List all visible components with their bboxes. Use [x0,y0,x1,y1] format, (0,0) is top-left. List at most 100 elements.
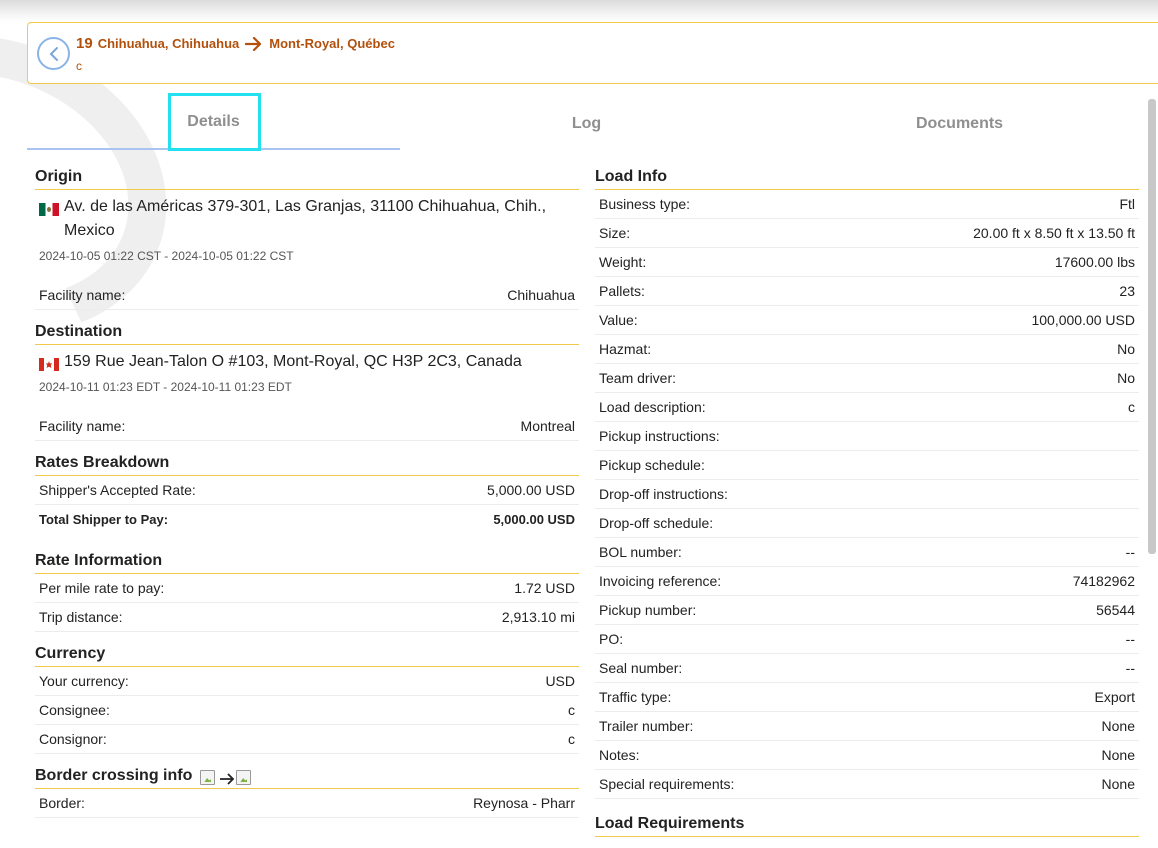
table-row: Pickup instructions: [595,422,1139,451]
row-value: 2,913.10 mi [501,609,575,625]
table-row: Your currency: USD [35,667,579,696]
row-value: 1.72 USD [514,580,575,596]
row-value: 74182962 [1072,573,1135,589]
row-value: Ftl [1119,196,1135,212]
row-label: Value: [599,312,638,328]
broken-image-icon [236,770,252,785]
origin-city: Chihuahua, Chihuahua [97,36,240,51]
destination-city: Mont-Royal, Québec [269,36,395,51]
row-value: -- [1125,631,1135,647]
top-shadow [0,0,1158,22]
origin-address: Av. de las Américas 379-301, Las Granjas… [64,198,547,239]
row-label: Business type: [599,196,691,212]
row-label: Per mile rate to pay: [39,580,165,596]
row-value: None [1101,747,1135,763]
border-crossing-label: Border crossing info [35,767,193,784]
table-row: Consignor: c [35,725,579,754]
origin-facility-row: Facility name: Chihuahua [35,281,579,310]
origin-address-block: Av. de las Américas 379-301, Las Granjas… [35,190,579,243]
row-value: 5,000.00 USD [487,482,575,498]
tab-details[interactable]: Details [27,96,400,150]
row-label: Traffic type: [599,689,672,705]
row-label: Pickup number: [599,602,697,618]
table-row: Notes: None [595,741,1139,770]
total-row: Total Shipper to Pay: 5,000.00 USD [35,505,579,534]
table-row: BOL number: -- [595,538,1139,567]
row-label: Shipper's Accepted Rate: [39,482,196,498]
row-label: Consignor: [39,731,107,747]
load-requirements-title: Load Requirements [595,807,1139,837]
row-value: Montreal [520,418,575,434]
table-row: Size: 20.00 ft x 8.50 ft x 13.50 ft [595,219,1139,248]
row-label: Invoicing reference: [599,573,722,589]
destination-dates: 2024-10-11 01:23 EDT - 2024-10-11 01:23 … [39,380,292,394]
scrollbar-thumb[interactable] [1148,99,1156,554]
row-label: Pickup instructions: [599,428,720,444]
header-subline: c [76,59,82,73]
row-label: Notes: [599,747,640,763]
row-label: Facility name: [39,418,126,434]
row-label: Size: [599,225,631,241]
row-label: Load description: [599,399,706,415]
origin-title: Origin [35,160,579,190]
arrow-right-icon [220,773,235,785]
table-row: Special requirements: None [595,770,1139,799]
rates-breakdown-title: Rates Breakdown [35,446,579,476]
row-value: Reynosa - Pharr [473,795,575,811]
row-value: None [1101,718,1135,734]
row-value: None [1101,776,1135,792]
load-number: 19 [76,35,93,52]
table-row: Trailer number: None [595,712,1139,741]
row-value: 17600.00 lbs [1054,254,1135,270]
table-row: Per mile rate to pay: 1.72 USD [35,574,579,603]
table-row: Shipper's Accepted Rate: 5,000.00 USD [35,476,579,505]
mexico-flag-icon [39,203,59,216]
row-value: No [1117,370,1135,386]
row-value: c [1128,399,1135,415]
load-details-page: 19 Chihuahua, Chihuahua Mont-Royal, Québ… [0,0,1158,848]
table-row: Value: 100,000.00 USD [595,306,1139,335]
tab-documents[interactable]: Documents [773,96,1146,152]
row-label: Consignee: [39,702,110,718]
load-info-list: Business type: Ftl Size: 20.00 ft x 8.50 ft… [595,190,1139,799]
row-value: 5,000.00 USD [493,512,575,527]
rate-information-title: Rate Information [35,544,579,574]
row-label: Total Shipper to Pay: [39,512,169,527]
table-row: Pickup number: 56544 [595,596,1139,625]
row-value: Chihuahua [507,287,575,303]
arrow-right-icon [245,36,263,51]
origin-dates: 2024-10-05 01:22 CST - 2024-10-05 01:22 … [39,249,294,263]
row-value: 100,000.00 USD [1031,312,1135,328]
row-label: Weight: [599,254,647,270]
row-label: Your currency: [39,673,129,689]
row-label: Drop-off schedule: [599,515,714,531]
table-row: Weight: 17600.00 lbs [595,248,1139,277]
row-label: Team driver: [599,370,677,386]
left-column: Origin Av. de las Américas 379-301, Las … [35,160,579,818]
row-value: 56544 [1096,602,1135,618]
border-crossing-title: Border crossing info [35,759,579,789]
row-label: Seal number: [599,660,683,676]
right-column: Load Info Business type: Ftl Size: 20.00 ft… [595,160,1139,837]
table-row: Border: Reynosa - Pharr [35,789,579,818]
row-label: Border: [39,795,85,811]
row-value: USD [545,673,575,689]
route-title: 19 Chihuahua, Chihuahua Mont-Royal, Québ… [76,35,395,52]
table-row: Drop-off schedule: [595,509,1139,538]
currency-title: Currency [35,637,579,667]
table-row: Business type: Ftl [595,190,1139,219]
table-row: Load description: c [595,393,1139,422]
load-header: 19 Chihuahua, Chihuahua Mont-Royal, Québ… [27,22,1158,84]
tab-bar: Details Log Documents [27,96,1147,152]
row-value: -- [1125,544,1135,560]
row-value: Export [1094,689,1135,705]
destination-title: Destination [35,315,579,345]
tab-log[interactable]: Log [400,96,773,152]
row-label: Drop-off instructions: [599,486,728,502]
row-label: Special requirements: [599,776,735,792]
back-button[interactable] [37,37,70,70]
table-row: PO: -- [595,625,1139,654]
row-value: c [568,702,575,718]
row-value: -- [1125,660,1135,676]
load-info-title: Load Info [595,160,1139,190]
